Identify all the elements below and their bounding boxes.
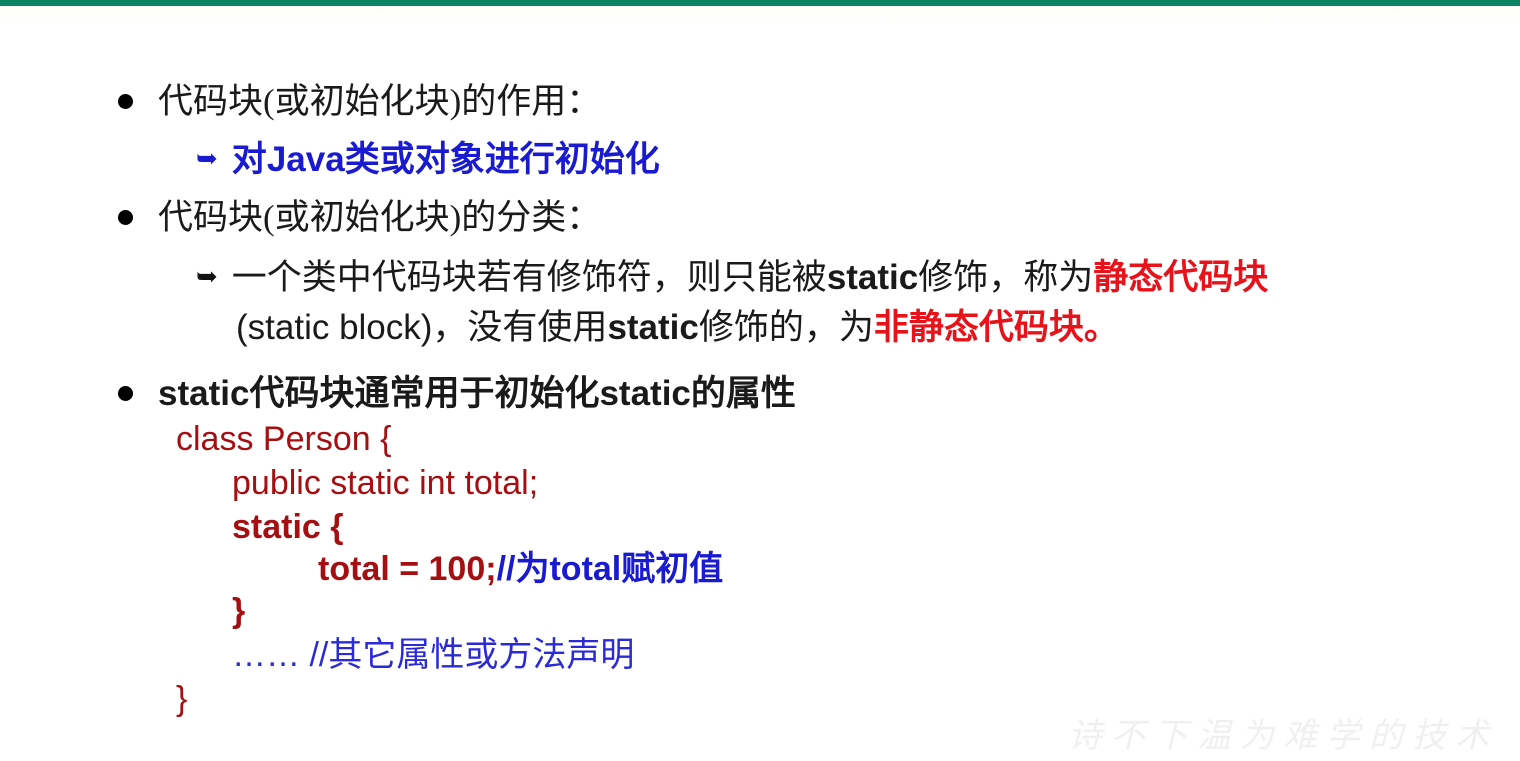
code-line-ellipsis: …… //其它属性或方法声明 <box>232 634 634 676</box>
code-text: static { <box>232 508 344 546</box>
sub-bullet-2-highlight-static-block: 静态代码块 <box>1093 258 1269 297</box>
sub-bullet-item-2-line-1: ➥ 一个类中代码块若有修饰符，则只能被static修饰，称为静态代码块 <box>196 256 1268 300</box>
sub-bullet-1-keyword: Java <box>266 140 345 179</box>
code-text: } <box>176 680 188 718</box>
slide: 代码块(或初始化块)的作用： ➥ 对Java类或对象进行初始化 代码块(或初始化… <box>0 0 1520 761</box>
sub-bullet-2-line-2-part-1: (static block)，没有使用 <box>236 308 608 347</box>
comment-keyword: total <box>549 550 622 588</box>
bullet-3-part-2: 的属性 <box>690 374 796 413</box>
bullet-item-2: 代码块(或初始化块)的分类： <box>118 196 601 240</box>
sub-bullet-2-keyword: static <box>826 258 919 297</box>
code-comment-assign: //为total赋初值 <box>497 550 724 588</box>
bullet-3-keyword-1: static <box>158 374 250 413</box>
watermark: 诗不下温为难学的技术 <box>1068 718 1498 755</box>
code-text: …… <box>232 636 310 674</box>
bullet-item-1: 代码块(或初始化块)的作用： <box>118 80 601 124</box>
sub-bullet-1-suffix: 类或对象进行初始化 <box>344 140 660 179</box>
sub-bullet-2-line-2-text: (static block)，没有使用static修饰的，为非静态代码块。 <box>236 306 1119 350</box>
code-line-static-open: static { <box>232 506 344 548</box>
code-line-close-class: } <box>176 678 187 720</box>
sub-bullet-2-highlight-non-static-block: 非静态代码块。 <box>873 308 1119 347</box>
bullet-1-text: 代码块(或初始化块)的作用： <box>158 82 602 121</box>
sub-bullet-1-text: 对Java类或对象进行初始化 <box>232 138 660 182</box>
arrow-bullet-icon: ➥ <box>196 144 218 174</box>
code-text: } <box>232 592 246 630</box>
bullet-3-keyword-2: static <box>599 374 691 413</box>
comment-suffix: 赋初值 <box>621 550 724 588</box>
sub-bullet-2-part-1: 一个类中代码块若有修饰符，则只能被 <box>231 258 827 297</box>
code-comment-other: //其它属性或方法声明 <box>309 636 635 674</box>
code-text: public static int total; <box>232 464 539 502</box>
code-line-class: class Person { <box>176 418 391 460</box>
filled-circle-bullet-icon <box>118 94 133 109</box>
code-line-close-static: } <box>232 590 245 632</box>
code-text: total = 100; <box>318 550 497 588</box>
bullet-3-text: static代码块通常用于初始化static的属性 <box>158 372 796 416</box>
filled-circle-bullet-icon <box>118 386 133 401</box>
code-line-field: public static int total; <box>232 462 538 504</box>
sub-bullet-2-line-2-keyword: static <box>607 308 699 347</box>
sub-bullet-2-line-1-text: 一个类中代码块若有修饰符，则只能被static修饰，称为静态代码块 <box>232 256 1268 300</box>
sub-bullet-item-2-line-2: (static block)，没有使用static修饰的，为非静态代码块。 <box>236 306 1119 350</box>
sub-bullet-2-part-2: 修饰，称为 <box>918 258 1094 297</box>
bullet-item-3: static代码块通常用于初始化static的属性 <box>118 372 796 416</box>
arrow-bullet-icon: ➥ <box>196 262 218 292</box>
sub-bullet-2-line-2-part-2: 修饰的，为 <box>698 308 874 347</box>
sub-bullet-item-1: ➥ 对Java类或对象进行初始化 <box>196 138 660 182</box>
comment-prefix: //为 <box>496 550 550 588</box>
slide-content: 代码块(或初始化块)的作用： ➥ 对Java类或对象进行初始化 代码块(或初始化… <box>0 0 1520 761</box>
code-line-assign: total = 100;//为total赋初值 <box>318 548 723 590</box>
bullet-3-part-1: 代码块通常用于初始化 <box>249 374 600 413</box>
bullet-2-text: 代码块(或初始化块)的分类： <box>158 198 602 237</box>
filled-circle-bullet-icon <box>118 210 133 225</box>
sub-bullet-1-prefix: 对 <box>231 140 267 179</box>
code-text: class Person { <box>176 420 392 458</box>
